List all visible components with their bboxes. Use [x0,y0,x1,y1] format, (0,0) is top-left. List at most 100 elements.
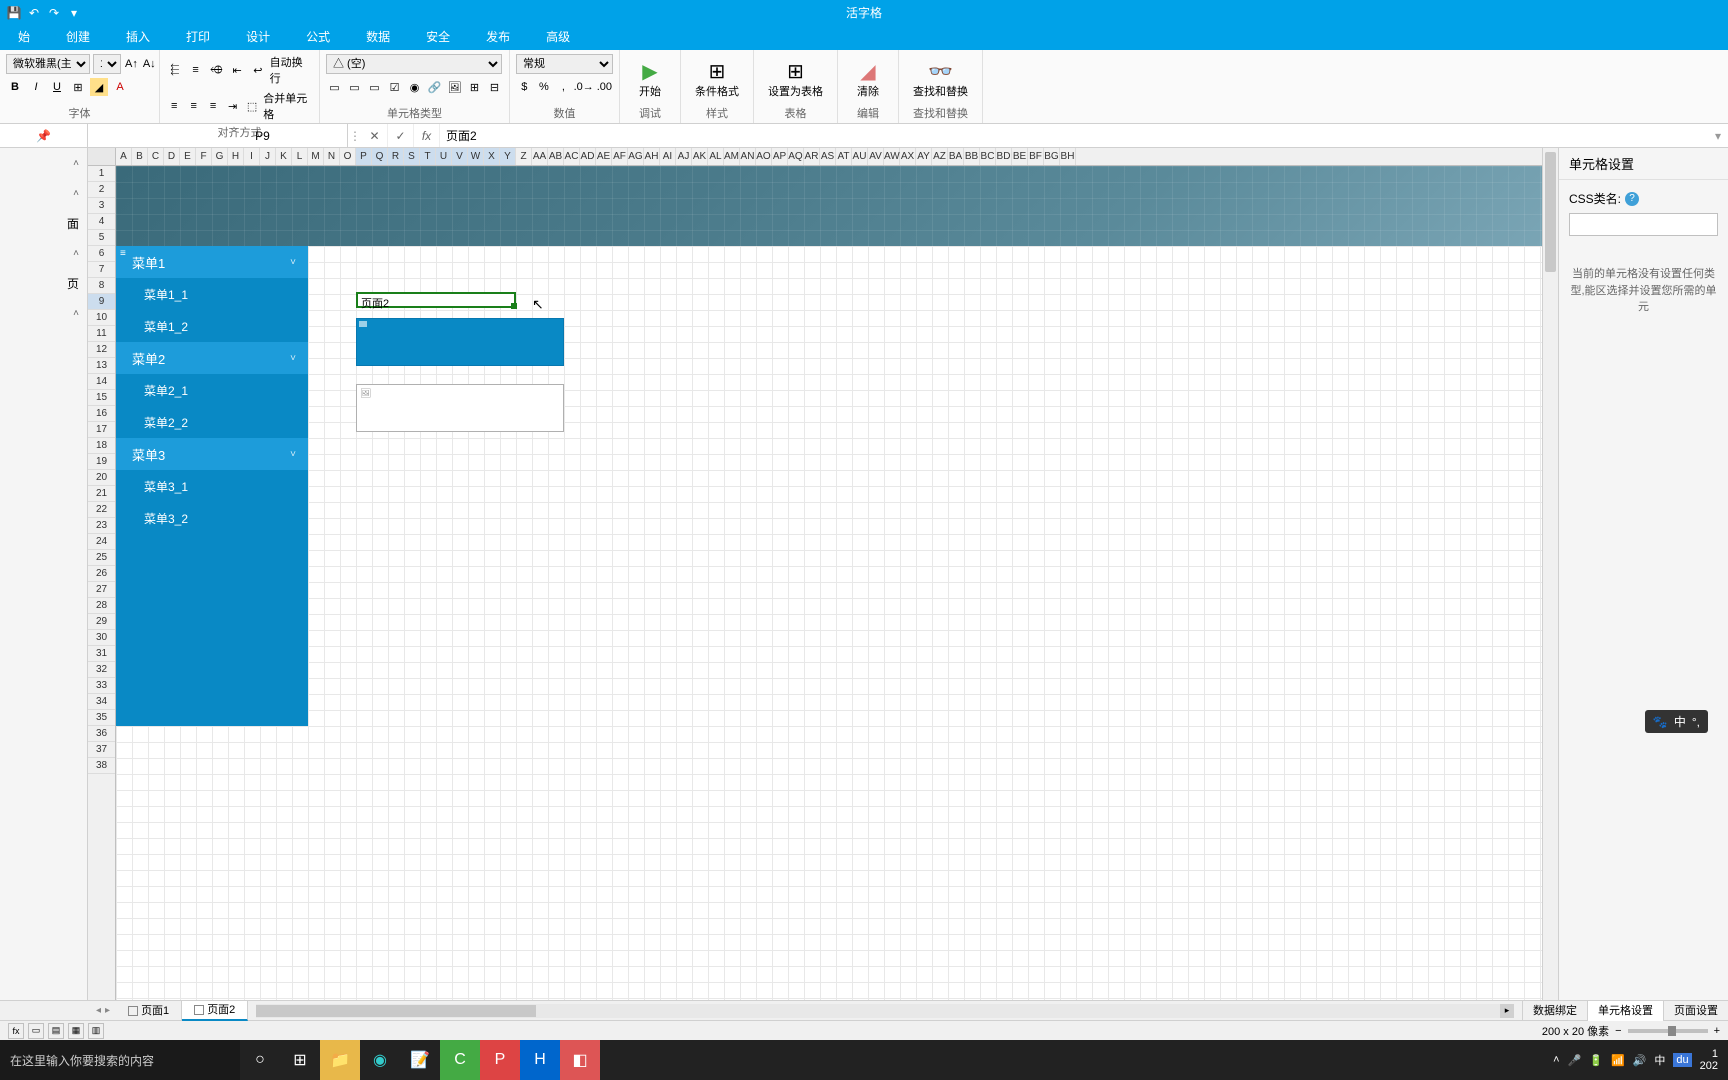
tray-mic-icon[interactable]: 🎤 [1568,1054,1582,1067]
row-header-30[interactable]: 30 [88,630,115,646]
sheet-nav-prev-icon[interactable]: ◂ [96,1005,101,1016]
row-header-22[interactable]: 22 [88,502,115,518]
cells-area[interactable]: ≡ 菜单1˅菜单1_1菜单1_2菜单2˅菜单2_1菜单2_2菜单3˅菜单3_1菜… [116,166,1542,1000]
col-header-T[interactable]: T [420,148,436,165]
row-header-25[interactable]: 25 [88,550,115,566]
col-header-AP[interactable]: AP [772,148,788,165]
cond-format-button[interactable]: ⊞ 条件格式 [687,54,747,103]
help-icon[interactable]: ? [1625,192,1639,206]
ct-icon-3[interactable]: ▭ [366,78,383,96]
scrollbar-thumb[interactable] [1545,152,1556,272]
view-icon-4[interactable]: ▦ [68,1023,84,1039]
ct-icon-1[interactable]: ▭ [326,78,343,96]
ct-icon-4[interactable]: ☑ [386,78,403,96]
tab-publish[interactable]: 发布 [468,25,528,50]
row-header-12[interactable]: 12 [88,342,115,358]
row-header-29[interactable]: 29 [88,614,115,630]
col-header-AS[interactable]: AS [820,148,836,165]
font-family-select[interactable]: 微软雅黑(主题字 [6,54,90,74]
col-header-AY[interactable]: AY [916,148,932,165]
row-header-23[interactable]: 23 [88,518,115,534]
font-color-icon[interactable]: A [111,78,129,96]
row-header-33[interactable]: 33 [88,678,115,694]
currency-icon[interactable]: $ [516,78,533,96]
tab-print[interactable]: 打印 [168,25,228,50]
col-header-Y[interactable]: Y [500,148,516,165]
left-item-3[interactable]: 面 [0,208,87,238]
name-box[interactable]: P9 [178,124,348,147]
col-header-AX[interactable]: AX [900,148,916,165]
merge-icon[interactable]: ⬚ [244,97,260,115]
col-header-O[interactable]: O [340,148,356,165]
col-header-I[interactable]: I [244,148,260,165]
col-header-AW[interactable]: AW [884,148,900,165]
formula-input[interactable]: 页面2 [440,127,1708,144]
tab-data-binding[interactable]: 数据绑定 [1522,1001,1587,1021]
col-header-AR[interactable]: AR [804,148,820,165]
font-shrink-icon[interactable]: A↓ [142,55,157,73]
tab-start[interactable]: 始 [0,25,48,50]
view-icon-1[interactable]: fx [8,1023,24,1039]
col-header-AG[interactable]: AG [628,148,644,165]
row-header-24[interactable]: 24 [88,534,115,550]
row-header-37[interactable]: 37 [88,742,115,758]
col-header-BG[interactable]: BG [1044,148,1060,165]
cancel-formula-icon[interactable]: ✕ [362,124,388,147]
row-header-15[interactable]: 15 [88,390,115,406]
row-header-7[interactable]: 7 [88,262,115,278]
tab-security[interactable]: 安全 [408,25,468,50]
tray-time[interactable]: 1 [1712,1048,1718,1060]
hamburger-icon[interactable]: ≡ [120,248,132,259]
align-center-icon[interactable]: ≡ [185,97,201,115]
menu-item-4[interactable]: 菜单2_1 [116,374,308,406]
col-header-AQ[interactable]: AQ [788,148,804,165]
row-header-27[interactable]: 27 [88,582,115,598]
row-header-17[interactable]: 17 [88,422,115,438]
tab-insert[interactable]: 插入 [108,25,168,50]
app-icon-2[interactable]: H [520,1040,560,1080]
tab-advanced[interactable]: 高级 [528,25,588,50]
col-header-H[interactable]: H [228,148,244,165]
font-size-select[interactable]: 11 [93,54,121,74]
fill-handle[interactable] [511,303,517,309]
col-header-P[interactable]: P [356,148,372,165]
row-header-20[interactable]: 20 [88,470,115,486]
row-header-8[interactable]: 8 [88,278,115,294]
col-header-Q[interactable]: Q [372,148,388,165]
tab-cell-settings[interactable]: 单元格设置 [1587,1001,1663,1021]
row-header-14[interactable]: 14 [88,374,115,390]
row-header-36[interactable]: 36 [88,726,115,742]
tray-ime-lang[interactable]: 中 [1654,1052,1665,1068]
view-icon-3[interactable]: ▤ [48,1023,64,1039]
menu-item-7[interactable]: 菜单3_1 [116,470,308,502]
number-format-select[interactable]: 常规 [516,54,613,74]
tray-chevron-icon[interactable]: ˄ [1553,1054,1559,1066]
qat-save-icon[interactable]: 💾 [6,5,22,21]
sheet-nav-next-icon[interactable]: ▸ [105,1005,110,1016]
image-component[interactable]: 🖼 [356,384,564,432]
row-header-35[interactable]: 35 [88,710,115,726]
col-header-E[interactable]: E [180,148,196,165]
name-box-dropdown-icon[interactable]: ⋮ [348,129,362,143]
row-header-34[interactable]: 34 [88,694,115,710]
zoom-slider[interactable] [1628,1029,1708,1033]
left-item-6[interactable]: ˄ [0,298,87,328]
selected-cell[interactable]: 页面2 [356,292,516,308]
col-header-AE[interactable]: AE [596,148,612,165]
row-header-5[interactable]: 5 [88,230,115,246]
tab-create[interactable]: 创建 [48,25,108,50]
hscroll-thumb[interactable] [256,1005,536,1017]
align-bottom-icon[interactable]: ⬲ [207,61,225,79]
col-header-AM[interactable]: AM [724,148,740,165]
col-header-L[interactable]: L [292,148,308,165]
row-header-6[interactable]: 6 [88,246,115,262]
comma-icon[interactable]: , [555,78,572,96]
row-header-10[interactable]: 10 [88,310,115,326]
align-right-icon[interactable]: ≡ [205,97,221,115]
horizontal-scrollbar[interactable]: ▸ [256,1004,1514,1018]
col-header-D[interactable]: D [164,148,180,165]
ct-icon-6[interactable]: 🔗 [426,78,443,96]
view-icon-2[interactable]: ▭ [28,1023,44,1039]
col-header-AU[interactable]: AU [852,148,868,165]
menu-item-2[interactable]: 菜单1_2 [116,310,308,342]
